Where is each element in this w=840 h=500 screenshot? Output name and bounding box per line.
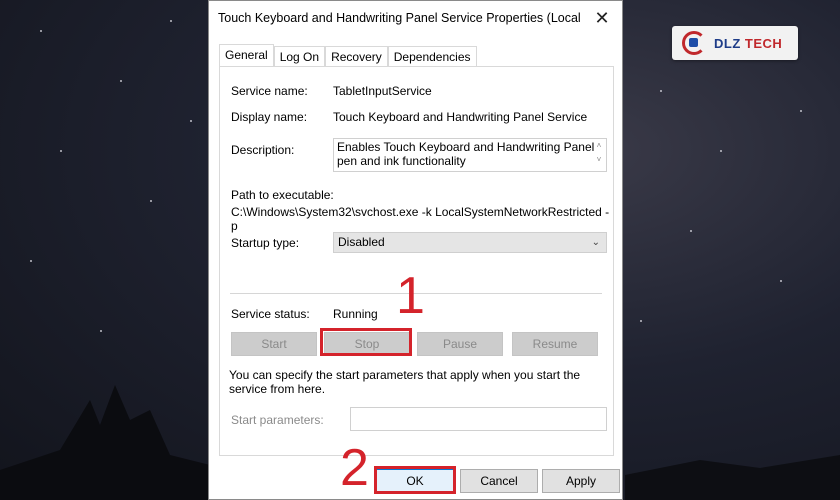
description-text: Enables Touch Keyboard and Handwriting P… — [337, 140, 595, 168]
description-box[interactable]: Enables Touch Keyboard and Handwriting P… — [333, 138, 607, 172]
path-value: C:\Windows\System32\svchost.exe -k Local… — [231, 205, 610, 233]
service-properties-dialog: Touch Keyboard and Handwriting Panel Ser… — [208, 0, 623, 500]
display-name-value: Touch Keyboard and Handwriting Panel Ser… — [333, 110, 588, 124]
service-name-value: TabletInputService — [333, 84, 432, 98]
close-icon[interactable]: ✕ — [590, 7, 614, 29]
tab-dependencies[interactable]: Dependencies — [387, 46, 477, 67]
start-params-hint: You can specify the start parameters tha… — [229, 368, 581, 396]
startup-type-label: Startup type: — [231, 236, 300, 250]
tab-general[interactable]: General — [219, 44, 274, 67]
logo-mark-icon — [682, 31, 706, 55]
service-status-label: Service status: — [231, 307, 310, 321]
ok-button[interactable]: OK — [376, 469, 454, 493]
description-scrollbar[interactable]: ˄ ˅ — [592, 139, 606, 171]
tab-log-on[interactable]: Log On — [273, 46, 326, 67]
display-name-label: Display name: — [231, 110, 308, 124]
tab-strip: General Log On Recovery Dependencies — [219, 44, 477, 67]
chevron-down-icon: ⌄ — [591, 237, 600, 248]
tab-recovery[interactable]: Recovery — [325, 46, 388, 67]
step-2-number: 2 — [340, 439, 369, 497]
cancel-button[interactable]: Cancel — [460, 469, 538, 493]
step-1-number: 1 — [396, 267, 425, 325]
start-params-label: Start parameters: — [231, 413, 324, 427]
pause-button[interactable]: Pause — [417, 332, 503, 356]
window-title: Touch Keyboard and Handwriting Panel Ser… — [218, 11, 583, 25]
service-status-value: Running — [333, 307, 378, 321]
brand-logo: DLZ TECH — [672, 26, 798, 60]
resume-button[interactable]: Resume — [512, 332, 598, 356]
startup-type-dropdown[interactable]: Disabled ⌄ — [333, 232, 607, 253]
description-label: Description: — [231, 143, 295, 157]
path-label: Path to executable: — [231, 188, 334, 202]
start-params-input[interactable] — [350, 407, 607, 431]
startup-type-value: Disabled — [338, 235, 385, 249]
start-button[interactable]: Start — [231, 332, 317, 356]
stop-button[interactable]: Stop — [324, 332, 410, 356]
service-name-label: Service name: — [231, 84, 308, 98]
title-bar: Touch Keyboard and Handwriting Panel Ser… — [209, 1, 622, 35]
logo-text: DLZ TECH — [714, 35, 783, 51]
general-tab-panel: Service name: TabletInputService Display… — [219, 66, 614, 456]
apply-button[interactable]: Apply — [542, 469, 620, 493]
